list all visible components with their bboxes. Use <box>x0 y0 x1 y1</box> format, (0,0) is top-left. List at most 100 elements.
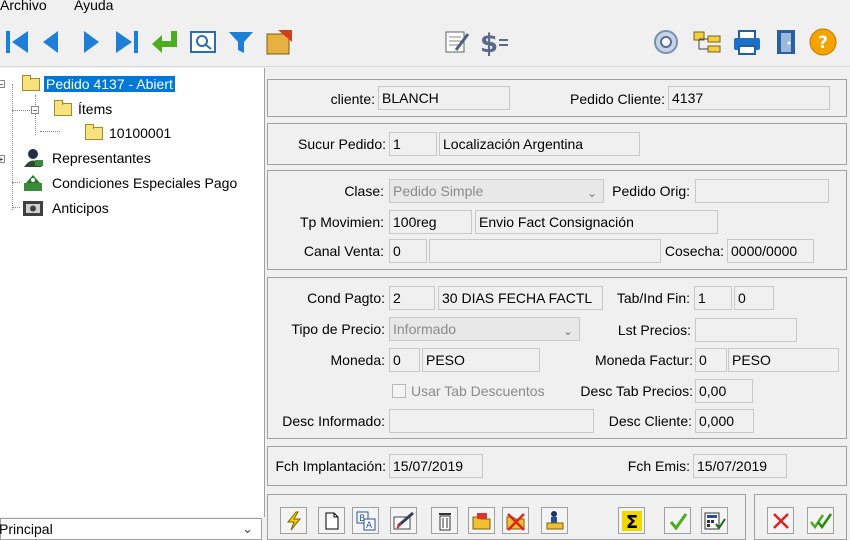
folder-icon <box>22 74 40 91</box>
moneda-code-field[interactable]: 0 <box>389 348 420 372</box>
first-record-icon[interactable] <box>2 26 32 58</box>
filter-icon[interactable] <box>226 26 256 58</box>
lst-precios-field[interactable] <box>695 318 797 342</box>
tree-node-representantes[interactable]: Representantes <box>22 148 153 168</box>
tipo-precio-value: Informado <box>393 321 457 337</box>
svg-text:?: ? <box>818 33 828 53</box>
confirm-check-icon[interactable] <box>664 507 691 534</box>
pricing-icon[interactable]: $ <box>478 26 508 58</box>
expand-toggle[interactable]: + <box>0 155 5 164</box>
tree-node-label: Ítems <box>78 101 113 117</box>
delete-trash-icon[interactable] <box>431 507 458 534</box>
navigation-tree: − Pedido 4137 - Abiert − Ítems 10100001 … <box>0 68 265 517</box>
menu-ayuda[interactable]: Ayuda <box>74 0 113 13</box>
fch-implantacion-label: Fch Implantación: <box>275 458 387 474</box>
desc-informado-field[interactable] <box>389 409 594 433</box>
cond-pagto-label: Cond Pagto: <box>307 290 385 306</box>
collapse-toggle[interactable]: − <box>31 106 39 115</box>
cancel-folder-icon[interactable] <box>502 507 529 534</box>
toolbar: $ ? <box>0 18 850 67</box>
tab-fin-field[interactable]: 1 <box>694 286 732 310</box>
sum-total-icon[interactable]: Σ <box>618 507 645 534</box>
canal-venta-name-field[interactable] <box>429 239 661 263</box>
sucursal-name-field[interactable]: Localización Argentina <box>439 132 640 156</box>
payment-conditions-icon <box>24 175 42 191</box>
cond-pagto-code-field[interactable]: 2 <box>389 286 435 310</box>
print-icon[interactable] <box>732 26 762 58</box>
svg-text:Σ: Σ <box>625 512 637 531</box>
notes-icon[interactable] <box>442 26 472 58</box>
cancel-x-icon[interactable] <box>767 507 794 534</box>
moneda-factur-code-field[interactable]: 0 <box>695 348 727 372</box>
delivery-icon[interactable] <box>541 507 568 534</box>
pedido-orig-field[interactable] <box>695 179 829 203</box>
folder-icon <box>85 123 103 140</box>
tree-node-pedido[interactable]: Pedido 4137 - Abiert <box>22 74 175 94</box>
chevron-down-icon: ⌄ <box>242 521 253 536</box>
cosecha-field[interactable]: 0000/0000 <box>727 239 814 263</box>
tree-node-anticipos[interactable]: Anticipos <box>22 198 111 218</box>
pedido-cliente-field[interactable]: 4137 <box>668 86 830 110</box>
fch-emis-field[interactable]: 15/07/2019 <box>693 454 787 478</box>
canal-venta-code-field[interactable]: 0 <box>389 239 427 263</box>
preview-icon[interactable] <box>188 26 218 58</box>
clase-label: Clase: <box>344 183 384 199</box>
usar-tab-descuentos-checkbox[interactable] <box>392 384 406 398</box>
tp-movimiento-label: Tp Movimien: <box>299 214 384 230</box>
chevron-down-icon: ⌄ <box>562 324 573 338</box>
moneda-name-field[interactable]: PESO <box>422 348 540 372</box>
next-record-icon[interactable] <box>76 26 106 58</box>
cosecha-label: Cosecha: <box>664 243 724 259</box>
return-icon[interactable] <box>150 26 180 58</box>
desc-tab-precios-field[interactable]: 0,00 <box>695 379 753 403</box>
tree-node-condiciones[interactable]: Condiciones Especiales Pago <box>22 173 239 193</box>
tp-movimiento-name-field[interactable]: Envio Fact Consignación <box>475 210 718 234</box>
new-document-icon[interactable] <box>318 507 345 534</box>
svg-text:$: $ <box>480 29 498 56</box>
search-icon[interactable] <box>652 26 682 58</box>
tipo-precio-select[interactable]: Informado ⌄ <box>389 317 580 341</box>
tp-movimiento-code-field[interactable]: 100reg <box>389 210 472 234</box>
hierarchy-icon[interactable] <box>692 26 722 58</box>
fch-implantacion-field[interactable]: 15/07/2019 <box>389 454 483 478</box>
view-select[interactable]: Principal ⌄ <box>0 518 262 540</box>
order-type-panel: Clase: Pedido Simple ⌄ Pedido Orig: Tp M… <box>267 170 847 270</box>
clase-select-value: Pedido Simple <box>393 183 484 199</box>
menu-archivo[interactable]: Archivo <box>0 0 47 13</box>
representative-icon <box>24 149 43 167</box>
cond-pagto-name-field[interactable]: 30 DIAS FECHA FACTL <box>438 286 603 310</box>
moneda-factur-name-field[interactable]: PESO <box>728 348 839 372</box>
branch-panel: Sucur Pedido: 1 Localización Argentina <box>267 123 847 165</box>
tree-node-label: Anticipos <box>52 200 109 216</box>
tree-node-items[interactable]: Ítems <box>54 99 114 119</box>
moneda-label: Moneda: <box>330 352 385 368</box>
menu-bar: Archivo Ayuda <box>0 0 850 18</box>
exit-door-icon[interactable] <box>772 26 802 58</box>
clase-select[interactable]: Pedido Simple ⌄ <box>389 179 604 203</box>
moneda-factur-label: Moneda Factur: <box>594 352 693 368</box>
previous-record-icon[interactable] <box>36 26 66 58</box>
lst-precios-label: Lst Precios: <box>617 322 691 338</box>
canal-venta-label: Canal Venta: <box>303 243 384 259</box>
desc-informado-label: Desc Informado: <box>282 413 385 429</box>
cliente-field[interactable]: BLANCH <box>378 86 510 110</box>
tipo-precio-label: Tipo de Precio: <box>291 321 385 337</box>
open-folder-icon[interactable] <box>468 507 495 534</box>
usar-tab-descuentos-label: Usar Tab Descuentos <box>411 383 545 399</box>
fch-emis-label: Fch Emis: <box>627 458 690 474</box>
help-icon[interactable]: ? <box>808 26 838 58</box>
payment-panel: Cond Pagto: 2 30 DIAS FECHA FACTL Tab/In… <box>267 277 847 439</box>
translate-icon[interactable]: BA <box>352 507 379 534</box>
sucursal-code-field[interactable]: 1 <box>389 132 437 156</box>
export-icon[interactable] <box>264 26 294 58</box>
accept-double-check-icon[interactable] <box>807 507 834 534</box>
chevron-down-icon: ⌄ <box>586 186 597 200</box>
desc-cliente-field[interactable]: 0,000 <box>695 409 754 433</box>
edit-icon[interactable] <box>390 507 417 534</box>
last-record-icon[interactable] <box>112 26 142 58</box>
collapse-toggle[interactable]: − <box>0 80 5 89</box>
quick-action-icon[interactable] <box>280 507 307 534</box>
tree-node-item-code[interactable]: 10100001 <box>85 123 173 143</box>
ind-fin-field[interactable]: 0 <box>734 286 774 310</box>
calculator-check-icon[interactable] <box>701 507 728 534</box>
